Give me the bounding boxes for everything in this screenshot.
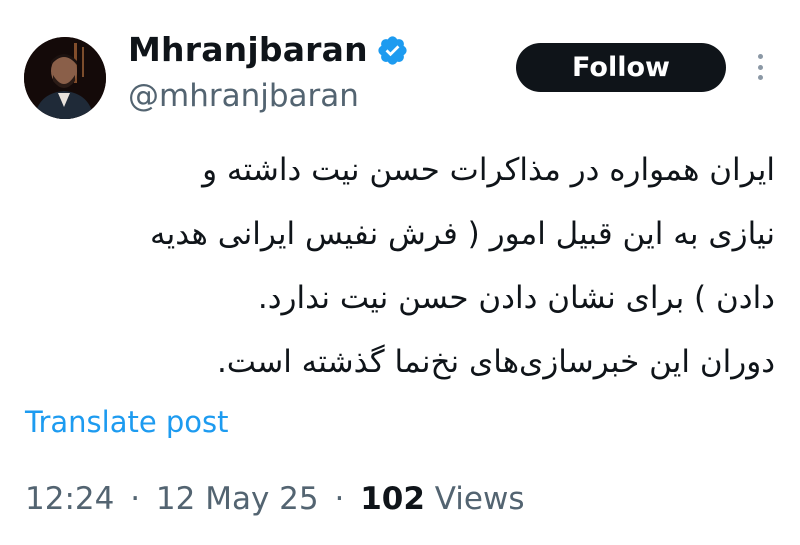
display-name[interactable]: Mhranjbaran [128,30,409,70]
avatar-image [24,37,106,119]
tweet-line: دوران این خبرسازی‌های نخ‌نما گذشته است. [216,344,775,380]
views-label: Views [434,481,525,517]
follow-button[interactable]: Follow [516,43,726,92]
tweet-date[interactable]: 12 May 25 [156,481,319,517]
tweet-card: Mhranjbaran @mhranjbaran Follow ایران هم… [0,0,800,545]
user-handle[interactable]: @mhranjbaran [128,76,359,116]
tweet-line: نیازی به این قبیل امور ( فرش نفیس ایرانی… [150,216,775,252]
tweet-meta: 12:24 · 12 May 25 · 102 Views [25,478,525,520]
tweet-text: ایران همواره در مذاکرات حسن نیت داشته و … [30,138,775,394]
tweet-line: ایران همواره در مذاکرات حسن نیت داشته و [202,152,775,188]
verified-badge-icon [376,34,409,67]
dot [757,64,763,70]
tweet-line: دادن ) برای نشان دادن حسن نیت ندارد. [257,280,775,316]
more-vertical-icon[interactable] [752,50,768,84]
translate-post-link[interactable]: Translate post [25,402,229,442]
tweet-time[interactable]: 12:24 [25,481,114,517]
avatar[interactable] [24,37,106,119]
display-name-text: Mhranjbaran [128,30,368,69]
views-count: 102 [360,481,425,517]
meta-separator: · [130,481,141,517]
dot [757,75,763,80]
dot [757,54,763,59]
meta-separator: · [334,481,345,517]
